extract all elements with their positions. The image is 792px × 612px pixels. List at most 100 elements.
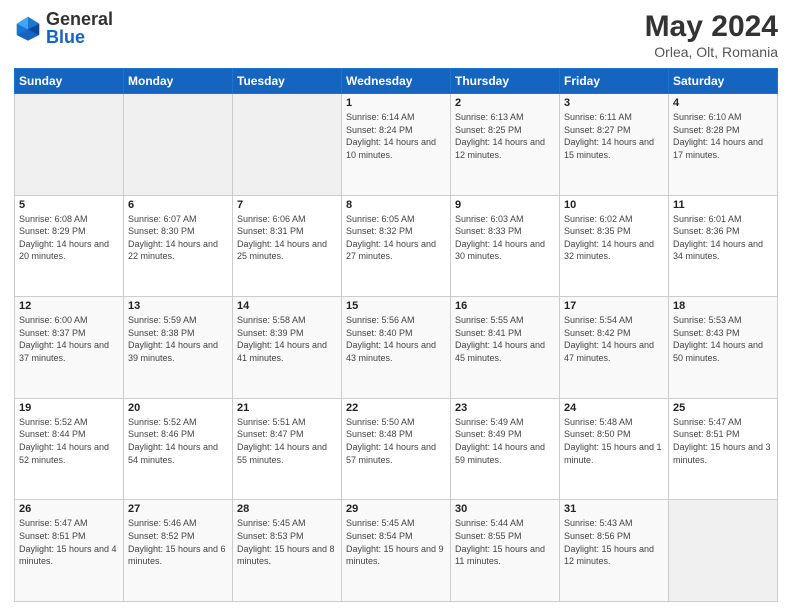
day-info: Sunrise: 6:00 AMSunset: 8:37 PMDaylight:… xyxy=(19,314,119,364)
calendar-cell: 15 Sunrise: 5:56 AMSunset: 8:40 PMDayligh… xyxy=(342,297,451,399)
day-number: 21 xyxy=(237,402,337,414)
calendar-header-row: SundayMondayTuesdayWednesdayThursdayFrid… xyxy=(15,69,778,94)
day-info: Sunrise: 5:52 AMSunset: 8:44 PMDaylight:… xyxy=(19,416,119,466)
day-info: Sunrise: 5:47 AMSunset: 8:51 PMDaylight:… xyxy=(673,416,773,466)
calendar-cell: 16Sunrise: 5:55 AMSunset: 8:41 PMDayligh… xyxy=(451,297,560,399)
day-number: 24 xyxy=(564,402,664,414)
calendar-cell: 25 Sunrise: 5:47 AMSunset: 8:51 PMDayligh… xyxy=(669,398,778,500)
day-info: Sunrise: 5:51 AMSunset: 8:47 PMDaylight:… xyxy=(237,416,337,466)
day-info: Sunrise: 5:50 AMSunset: 8:48 PMDaylight:… xyxy=(346,416,446,466)
calendar-cell: 3Sunrise: 6:11 AMSunset: 8:27 PMDaylight… xyxy=(560,94,669,196)
day-number: 23 xyxy=(455,402,555,414)
calendar-cell: 30 Sunrise: 5:44 AMSunset: 8:55 PMDayligh… xyxy=(451,500,560,602)
day-number: 6 xyxy=(128,199,228,211)
location: Orlea, Olt, Romania xyxy=(645,44,778,60)
month-year: May 2024 xyxy=(645,10,778,44)
calendar-cell xyxy=(669,500,778,602)
day-number: 22 xyxy=(346,402,446,414)
day-of-week-saturday: Saturday xyxy=(669,69,778,94)
calendar-cell: 29 Sunrise: 5:45 AMSunset: 8:54 PMDayligh… xyxy=(342,500,451,602)
day-info: Sunrise: 6:06 AMSunset: 8:31 PMDaylight:… xyxy=(237,213,337,263)
day-info: Sunrise: 6:05 AMSunset: 8:32 PMDaylight:… xyxy=(346,213,446,263)
day-number: 28 xyxy=(237,503,337,515)
title-block: May 2024 Orlea, Olt, Romania xyxy=(645,10,778,60)
calendar-cell: 4 Sunrise: 6:10 AMSunset: 8:28 PMDaylight… xyxy=(669,94,778,196)
calendar-table: SundayMondayTuesdayWednesdayThursdayFrid… xyxy=(14,68,778,602)
day-number: 11 xyxy=(673,199,773,211)
calendar-cell: 23 Sunrise: 5:49 AMSunset: 8:49 PMDayligh… xyxy=(451,398,560,500)
page: General Blue May 2024 Orlea, Olt, Romani… xyxy=(0,0,792,612)
calendar-cell: 28 Sunrise: 5:45 AMSunset: 8:53 PMDayligh… xyxy=(233,500,342,602)
day-number: 5 xyxy=(19,199,119,211)
calendar-cell: 22 Sunrise: 5:50 AMSunset: 8:48 PMDayligh… xyxy=(342,398,451,500)
day-info: Sunrise: 5:54 AMSunset: 8:42 PMDaylight:… xyxy=(564,314,664,364)
calendar-cell: 6 Sunrise: 6:07 AMSunset: 8:30 PMDaylight… xyxy=(124,195,233,297)
day-number: 13 xyxy=(128,300,228,312)
day-info: Sunrise: 5:56 AMSunset: 8:40 PMDaylight:… xyxy=(346,314,446,364)
day-number: 15 xyxy=(346,300,446,312)
logo-blue: Blue xyxy=(46,27,85,47)
day-number: 19 xyxy=(19,402,119,414)
day-number: 2 xyxy=(455,97,555,109)
day-info: Sunrise: 5:59 AMSunset: 8:38 PMDaylight:… xyxy=(128,314,228,364)
day-number: 8 xyxy=(346,199,446,211)
day-number: 30 xyxy=(455,503,555,515)
day-number: 12 xyxy=(19,300,119,312)
day-info: Sunrise: 5:47 AMSunset: 8:51 PMDaylight:… xyxy=(19,517,119,567)
day-info: Sunrise: 6:13 AMSunset: 8:25 PMDaylight:… xyxy=(455,111,555,161)
logo-text: General Blue xyxy=(46,10,113,46)
calendar-cell: 5 Sunrise: 6:08 AMSunset: 8:29 PMDaylight… xyxy=(15,195,124,297)
day-info: Sunrise: 6:14 AMSunset: 8:24 PMDaylight:… xyxy=(346,111,446,161)
calendar-cell: 8 Sunrise: 6:05 AMSunset: 8:32 PMDaylight… xyxy=(342,195,451,297)
day-info: Sunrise: 5:45 AMSunset: 8:53 PMDaylight:… xyxy=(237,517,337,567)
calendar-cell: 18 Sunrise: 5:53 AMSunset: 8:43 PMDayligh… xyxy=(669,297,778,399)
day-info: Sunrise: 6:03 AMSunset: 8:33 PMDaylight:… xyxy=(455,213,555,263)
day-number: 25 xyxy=(673,402,773,414)
calendar-cell: 19 Sunrise: 5:52 AMSunset: 8:44 PMDayligh… xyxy=(15,398,124,500)
calendar-week-row: 19 Sunrise: 5:52 AMSunset: 8:44 PMDayligh… xyxy=(15,398,778,500)
calendar-cell: 21 Sunrise: 5:51 AMSunset: 8:47 PMDayligh… xyxy=(233,398,342,500)
day-info: Sunrise: 5:58 AMSunset: 8:39 PMDaylight:… xyxy=(237,314,337,364)
day-number: 7 xyxy=(237,199,337,211)
day-info: Sunrise: 6:08 AMSunset: 8:29 PMDaylight:… xyxy=(19,213,119,263)
day-number: 14 xyxy=(237,300,337,312)
calendar-cell: 10Sunrise: 6:02 AMSunset: 8:35 PMDayligh… xyxy=(560,195,669,297)
day-number: 18 xyxy=(673,300,773,312)
day-number: 29 xyxy=(346,503,446,515)
day-number: 20 xyxy=(128,402,228,414)
calendar-cell: 27Sunrise: 5:46 AMSunset: 8:52 PMDayligh… xyxy=(124,500,233,602)
calendar-cell xyxy=(15,94,124,196)
calendar-cell: 2 Sunrise: 6:13 AMSunset: 8:25 PMDaylight… xyxy=(451,94,560,196)
day-number: 4 xyxy=(673,97,773,109)
calendar-cell xyxy=(233,94,342,196)
calendar-cell: 17 Sunrise: 5:54 AMSunset: 8:42 PMDayligh… xyxy=(560,297,669,399)
day-info: Sunrise: 5:46 AMSunset: 8:52 PMDaylight:… xyxy=(128,517,228,567)
calendar-cell: 9 Sunrise: 6:03 AMSunset: 8:33 PMDaylight… xyxy=(451,195,560,297)
calendar-cell: 11Sunrise: 6:01 AMSunset: 8:36 PMDayligh… xyxy=(669,195,778,297)
day-info: Sunrise: 6:10 AMSunset: 8:28 PMDaylight:… xyxy=(673,111,773,161)
calendar-cell: 31Sunrise: 5:43 AMSunset: 8:56 PMDayligh… xyxy=(560,500,669,602)
calendar-week-row: 5 Sunrise: 6:08 AMSunset: 8:29 PMDaylight… xyxy=(15,195,778,297)
day-info: Sunrise: 5:44 AMSunset: 8:55 PMDaylight:… xyxy=(455,517,555,567)
calendar-cell: 12 Sunrise: 6:00 AMSunset: 8:37 PMDayligh… xyxy=(15,297,124,399)
day-number: 9 xyxy=(455,199,555,211)
day-info: Sunrise: 5:49 AMSunset: 8:49 PMDaylight:… xyxy=(455,416,555,466)
calendar-cell: 20Sunrise: 5:52 AMSunset: 8:46 PMDayligh… xyxy=(124,398,233,500)
calendar-week-row: 1Sunrise: 6:14 AMSunset: 8:24 PMDaylight… xyxy=(15,94,778,196)
day-info: Sunrise: 5:55 AMSunset: 8:41 PMDaylight:… xyxy=(455,314,555,364)
calendar-cell: 24 Sunrise: 5:48 AMSunset: 8:50 PMDayligh… xyxy=(560,398,669,500)
day-info: Sunrise: 6:07 AMSunset: 8:30 PMDaylight:… xyxy=(128,213,228,263)
day-info: Sunrise: 5:45 AMSunset: 8:54 PMDaylight:… xyxy=(346,517,446,567)
day-info: Sunrise: 5:53 AMSunset: 8:43 PMDaylight:… xyxy=(673,314,773,364)
day-number: 26 xyxy=(19,503,119,515)
logo-general: General xyxy=(46,9,113,29)
logo: General Blue xyxy=(14,10,113,46)
day-of-week-monday: Monday xyxy=(124,69,233,94)
calendar-cell: 13 Sunrise: 5:59 AMSunset: 8:38 PMDayligh… xyxy=(124,297,233,399)
calendar-week-row: 26 Sunrise: 5:47 AMSunset: 8:51 PMDayligh… xyxy=(15,500,778,602)
calendar-cell: 7 Sunrise: 6:06 AMSunset: 8:31 PMDaylight… xyxy=(233,195,342,297)
day-info: Sunrise: 5:43 AMSunset: 8:56 PMDaylight:… xyxy=(564,517,664,567)
calendar-cell: 14 Sunrise: 5:58 AMSunset: 8:39 PMDayligh… xyxy=(233,297,342,399)
day-number: 17 xyxy=(564,300,664,312)
day-info: Sunrise: 5:48 AMSunset: 8:50 PMDaylight:… xyxy=(564,416,664,466)
